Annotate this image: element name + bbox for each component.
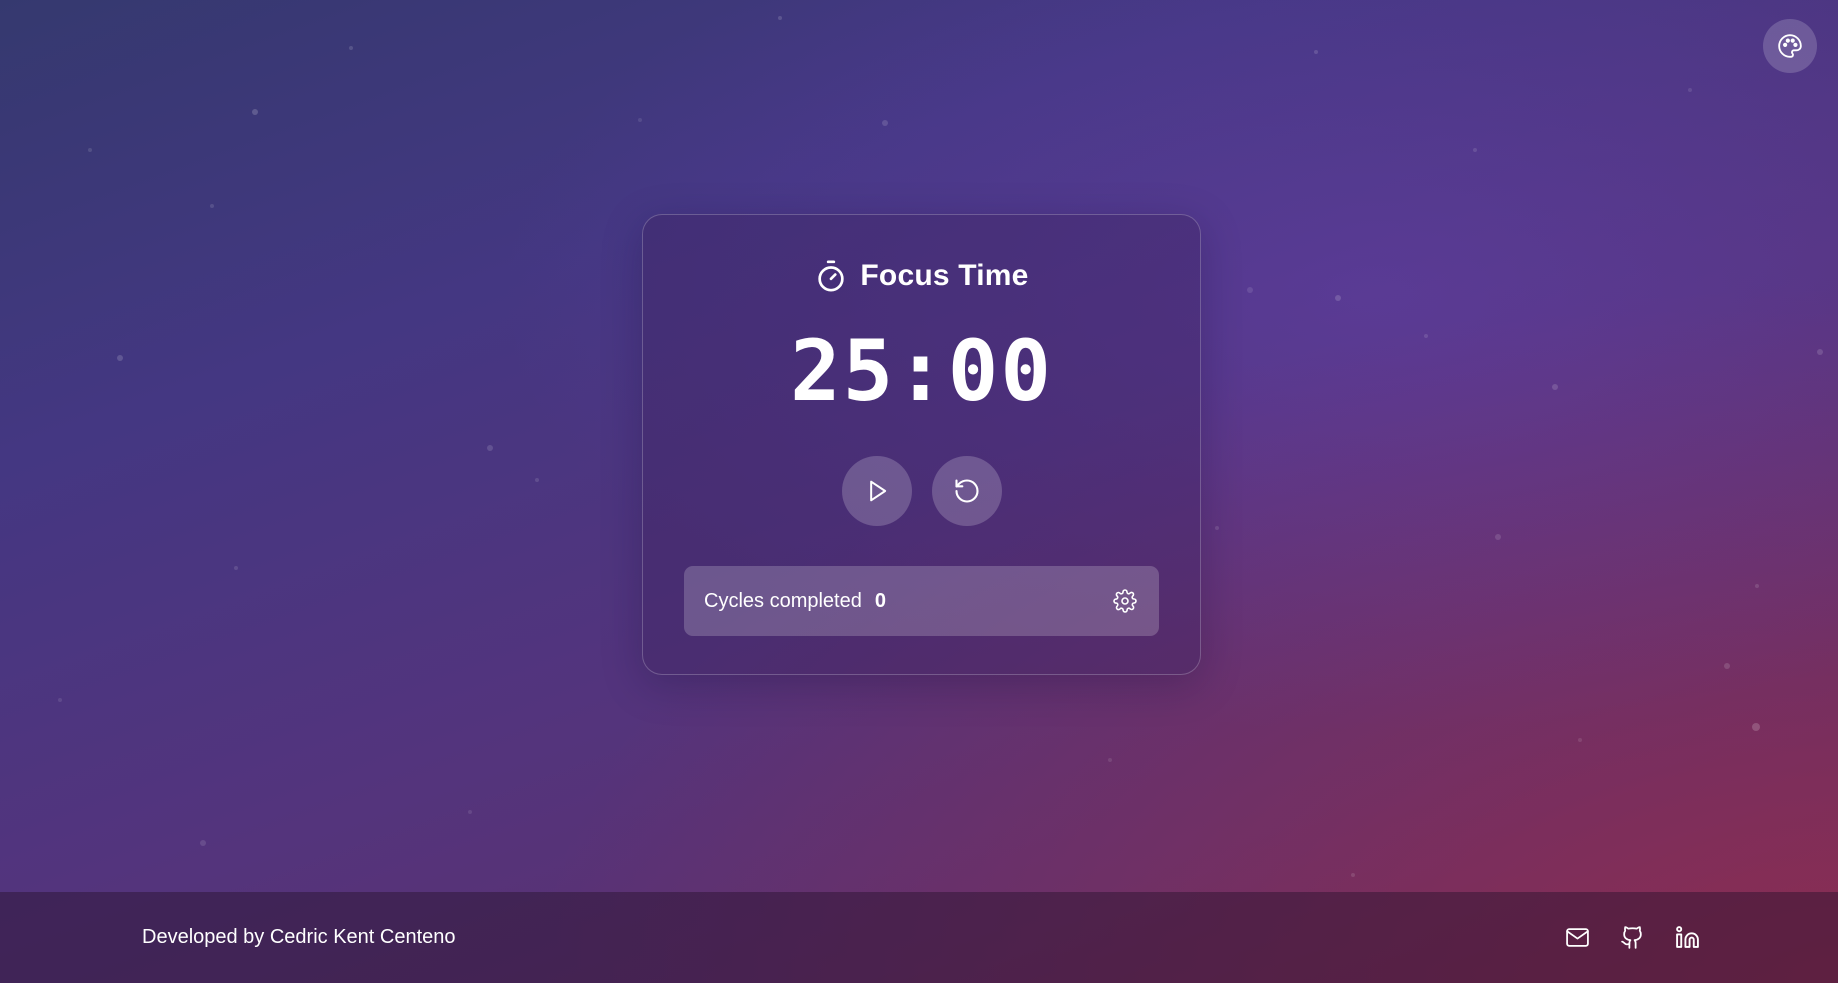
cycles-label: Cycles completed bbox=[704, 589, 862, 612]
timer-mode-title: Focus Time bbox=[860, 259, 1029, 292]
gear-icon bbox=[1113, 589, 1137, 613]
linkedin-icon bbox=[1675, 925, 1700, 950]
cycles-panel: Cycles completed 0 bbox=[684, 566, 1159, 636]
start-button[interactable] bbox=[841, 456, 912, 526]
github-link[interactable] bbox=[1618, 924, 1646, 952]
palette-icon bbox=[1777, 33, 1803, 59]
cycles-count: 0 bbox=[874, 589, 886, 612]
timer-controls bbox=[643, 456, 1200, 526]
timer-card: Focus Time 25:00 Cycles completed 0 bbox=[642, 214, 1201, 675]
email-link[interactable] bbox=[1563, 924, 1591, 952]
settings-button[interactable] bbox=[1111, 587, 1139, 615]
developer-credit: Developed by Cedric Kent Centeno bbox=[142, 926, 456, 948]
footer: Developed by Cedric Kent Centeno bbox=[0, 892, 1838, 983]
theme-picker-button[interactable] bbox=[1763, 19, 1817, 73]
reset-icon bbox=[953, 477, 981, 505]
social-links bbox=[1563, 924, 1701, 952]
play-icon bbox=[863, 477, 891, 505]
timer-header: Focus Time bbox=[643, 259, 1200, 293]
timer-display: 25:00 bbox=[790, 322, 1053, 420]
github-icon bbox=[1620, 925, 1645, 950]
stopwatch-icon bbox=[814, 259, 848, 293]
linkedin-link[interactable] bbox=[1673, 924, 1701, 952]
reset-button[interactable] bbox=[931, 456, 1002, 526]
mail-icon bbox=[1565, 925, 1590, 950]
